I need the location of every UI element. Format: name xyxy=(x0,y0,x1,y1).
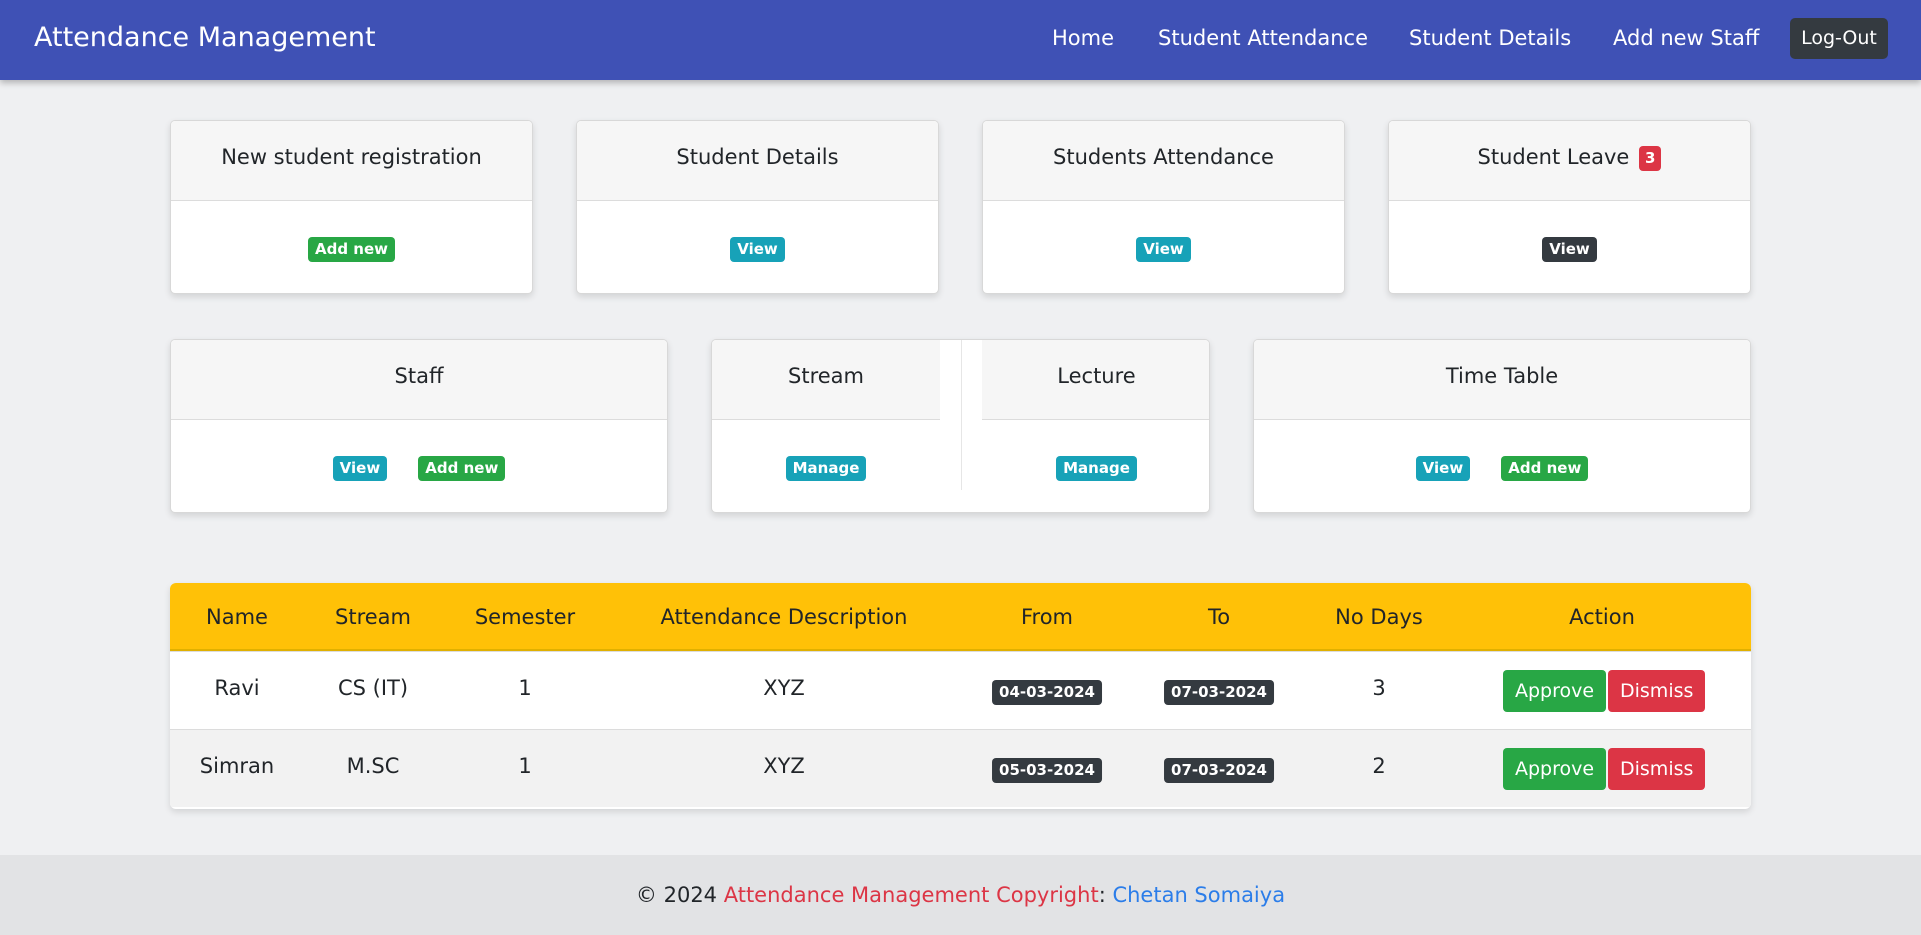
manage-stream-button[interactable]: Manage xyxy=(785,456,867,481)
table-row: Simran M.SC 1 XYZ 05-03-2024 07-03-2024 … xyxy=(170,729,1751,807)
card-title: New student registration xyxy=(171,121,532,201)
card-time-table: Time Table View Add new xyxy=(1253,339,1751,513)
manage-lecture-button[interactable]: Manage xyxy=(1056,456,1137,481)
header-attendance-description: Attendance Description xyxy=(660,605,908,629)
cell-name: Simran xyxy=(199,754,275,778)
to-date-badge: 07-03-2024 xyxy=(1164,758,1274,783)
dismiss-button[interactable]: Dismiss xyxy=(1608,748,1706,790)
header-to: To xyxy=(1207,605,1231,629)
card-stream-lecture: Stream Manage Lecture Manage xyxy=(711,339,1210,513)
footer-copyright: Attendance Management Copyright xyxy=(723,883,1099,907)
cell-description: XYZ xyxy=(763,754,805,778)
section-divider xyxy=(961,340,962,490)
header-name: Name xyxy=(206,605,268,629)
page-footer: © 2024 Attendance Management Copyright: … xyxy=(0,855,1921,935)
from-date-badge: 04-03-2024 xyxy=(992,680,1102,705)
cell-semester: 1 xyxy=(518,754,532,778)
app-brand[interactable]: Attendance Management xyxy=(34,22,376,53)
header-stream: Stream xyxy=(335,605,411,629)
to-date-badge: 07-03-2024 xyxy=(1164,680,1274,705)
header-no-days: No Days xyxy=(1335,605,1423,629)
cell-no-days: 2 xyxy=(1372,754,1386,778)
nav-student-details[interactable]: Student Details xyxy=(1409,26,1571,50)
dismiss-button[interactable]: Dismiss xyxy=(1608,670,1706,712)
view-staff-button[interactable]: View xyxy=(332,456,388,481)
approve-button[interactable]: Approve xyxy=(1503,748,1607,790)
table-row: Ravi CS (IT) 1 XYZ 04-03-2024 07-03-2024… xyxy=(170,651,1751,729)
card-student-leave: Student Leave 3 View xyxy=(1388,120,1751,294)
card-student-details: Student Details View xyxy=(576,120,939,294)
cell-name: Ravi xyxy=(214,676,260,700)
add-new-time-table-button[interactable]: Add new xyxy=(1501,456,1589,481)
card-title: Lecture xyxy=(982,340,1209,420)
add-new-staff-button[interactable]: Add new xyxy=(418,456,506,481)
header-from: From xyxy=(1020,605,1074,629)
header-semester: Semester xyxy=(474,605,576,629)
nav-student-attendance[interactable]: Student Attendance xyxy=(1158,26,1368,50)
card-title: Student Leave xyxy=(1477,145,1630,169)
header-action: Action xyxy=(1569,605,1635,629)
card-title: Staff xyxy=(171,340,667,420)
from-date-badge: 05-03-2024 xyxy=(992,758,1102,783)
card-new-student-registration: New student registration Add new xyxy=(170,120,533,294)
footer-author-link[interactable]: Chetan Somaiya xyxy=(1112,883,1285,907)
cell-no-days: 3 xyxy=(1372,676,1386,700)
card-students-attendance: Students Attendance View xyxy=(982,120,1345,294)
footer-prefix: © 2024 xyxy=(635,883,724,907)
nav-home[interactable]: Home xyxy=(1052,26,1114,50)
view-students-attendance-button[interactable]: View xyxy=(1136,237,1191,262)
cell-description: XYZ xyxy=(763,676,805,700)
stream-section: Stream Manage xyxy=(712,340,940,512)
view-student-leave-button[interactable]: View xyxy=(1542,237,1597,262)
logout-button[interactable]: Log-Out xyxy=(1790,18,1888,59)
cell-stream: CS (IT) xyxy=(337,676,409,700)
leave-requests-table: Name Stream Semester Attendance Descript… xyxy=(170,583,1751,809)
card-staff: Staff View Add new xyxy=(170,339,668,513)
card-title: Stream xyxy=(712,340,940,420)
view-time-table-button[interactable]: View xyxy=(1415,456,1471,481)
cell-stream: M.SC xyxy=(346,754,400,778)
approve-button[interactable]: Approve xyxy=(1503,670,1607,712)
top-navbar: Attendance Management Home Student Atten… xyxy=(0,0,1921,80)
card-title: Student Details xyxy=(577,121,938,201)
card-title: Time Table xyxy=(1254,340,1750,420)
cell-semester: 1 xyxy=(518,676,532,700)
footer-separator: : xyxy=(1098,883,1113,907)
add-new-student-button[interactable]: Add new xyxy=(307,237,395,262)
view-student-details-button[interactable]: View xyxy=(730,237,785,262)
card-title: Students Attendance xyxy=(983,121,1344,201)
leave-count-badge: 3 xyxy=(1639,146,1662,171)
table-header: Name Stream Semester Attendance Descript… xyxy=(170,583,1751,651)
nav-add-new-staff[interactable]: Add new Staff xyxy=(1613,26,1759,50)
lecture-section: Lecture Manage xyxy=(982,340,1209,512)
